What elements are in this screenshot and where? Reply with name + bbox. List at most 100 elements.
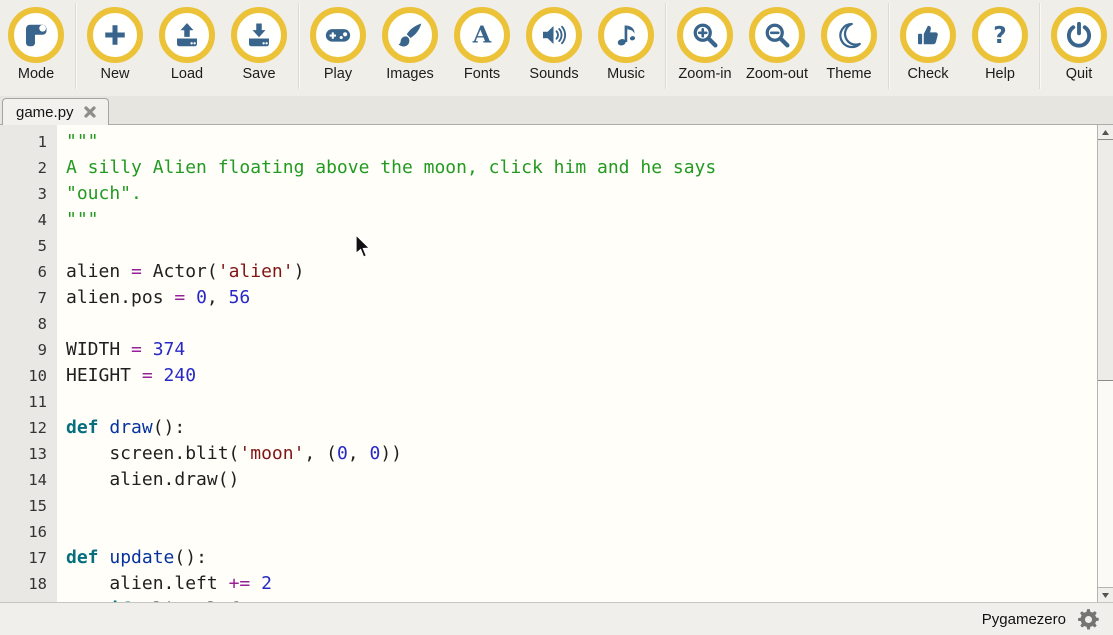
line-number: 11 bbox=[0, 389, 57, 415]
magnifier-minus-icon-ring bbox=[749, 7, 805, 63]
scrollbar-thumb[interactable] bbox=[1098, 139, 1113, 381]
toolbar-separator bbox=[75, 3, 76, 89]
toolbar-button-zoom-in[interactable]: Zoom-in bbox=[669, 0, 741, 82]
code-text: def draw(): bbox=[57, 415, 185, 441]
code-text: "ouch". bbox=[57, 181, 142, 207]
code-text: """ bbox=[57, 129, 99, 155]
line-number: 17 bbox=[0, 545, 57, 571]
tab-label: game.py bbox=[16, 104, 74, 121]
line-number: 19 bbox=[0, 597, 57, 602]
code-line: 4""" bbox=[0, 207, 1096, 233]
magnifier-plus-icon bbox=[690, 20, 720, 50]
toolbar-separator bbox=[888, 3, 889, 89]
save-icon bbox=[244, 20, 274, 50]
scroll-down-button[interactable] bbox=[1098, 587, 1113, 602]
toolbar-button-label: Fonts bbox=[464, 66, 500, 82]
line-number: 7 bbox=[0, 285, 57, 311]
line-number: 14 bbox=[0, 467, 57, 493]
speaker-icon bbox=[539, 20, 569, 50]
gear-icon[interactable] bbox=[1076, 607, 1101, 632]
code-line: 5 bbox=[0, 233, 1096, 259]
line-number: 6 bbox=[0, 259, 57, 285]
toolbar-button-theme[interactable]: Theme bbox=[813, 0, 885, 82]
line-number: 4 bbox=[0, 207, 57, 233]
toolbar-button-zoom-out[interactable]: Zoom-out bbox=[741, 0, 813, 82]
toolbar-button-label: Play bbox=[324, 66, 352, 82]
toolbar-button-label: Theme bbox=[826, 66, 871, 82]
tab-bar: game.py bbox=[0, 96, 1113, 125]
toolbar-button-check[interactable]: Check bbox=[892, 0, 964, 82]
code-text: screen.blit('moon', (0, 0)) bbox=[57, 441, 402, 467]
toolbar-button-fonts[interactable]: AFonts bbox=[446, 0, 518, 82]
code-text: alien = Actor('alien') bbox=[57, 259, 304, 285]
question-icon-ring: ? bbox=[972, 7, 1028, 63]
code-line: 3"ouch". bbox=[0, 181, 1096, 207]
magnifier-minus-icon bbox=[762, 20, 792, 50]
line-number: 5 bbox=[0, 233, 57, 259]
svg-text:?: ? bbox=[993, 23, 1006, 49]
code-text bbox=[57, 311, 66, 337]
gamepad-icon-ring bbox=[310, 7, 366, 63]
scroll-up-button[interactable] bbox=[1098, 125, 1113, 140]
toolbar-button-play[interactable]: Play bbox=[302, 0, 374, 82]
moon-icon bbox=[834, 20, 864, 50]
code-line: 1""" bbox=[0, 129, 1096, 155]
mode-icon-ring bbox=[8, 7, 64, 63]
code-line: 16 bbox=[0, 519, 1096, 545]
toolbar-button-images[interactable]: Images bbox=[374, 0, 446, 82]
toolbar-button-sounds[interactable]: Sounds bbox=[518, 0, 590, 82]
line-number: 10 bbox=[0, 363, 57, 389]
toolbar-button-save[interactable]: Save bbox=[223, 0, 295, 82]
toolbar-button-label: New bbox=[100, 66, 129, 82]
toolbar-button-label: Music bbox=[607, 66, 645, 82]
code-line: 18 alien.left += 2 bbox=[0, 571, 1096, 597]
save-icon-ring bbox=[231, 7, 287, 63]
toolbar-button-help[interactable]: ? Help bbox=[964, 0, 1036, 82]
toolbar-button-label: Check bbox=[907, 66, 948, 82]
line-number: 18 bbox=[0, 571, 57, 597]
toolbar-button-label: Help bbox=[985, 66, 1015, 82]
toolbar-button-label: Mode bbox=[18, 66, 54, 82]
mode-icon bbox=[21, 20, 51, 50]
code-text: alien.pos = 0, 56 bbox=[57, 285, 250, 311]
code-text: A silly Alien floating above the moon, c… bbox=[57, 155, 716, 181]
power-icon-ring bbox=[1051, 7, 1107, 63]
code-text bbox=[57, 389, 66, 415]
toolbar-button-new[interactable]: New bbox=[79, 0, 151, 82]
toolbar-button-quit[interactable]: Quit bbox=[1043, 0, 1113, 82]
thumbs-up-icon bbox=[913, 20, 943, 50]
toolbar-button-label: Sounds bbox=[529, 66, 578, 82]
new-icon bbox=[100, 20, 130, 50]
line-number: 12 bbox=[0, 415, 57, 441]
toolbar-button-load[interactable]: Load bbox=[151, 0, 223, 82]
new-icon-ring bbox=[87, 7, 143, 63]
toolbar-button-label: Save bbox=[242, 66, 275, 82]
line-number: 1 bbox=[0, 129, 57, 155]
tab-game-py[interactable]: game.py bbox=[2, 98, 109, 125]
code-text: alien.draw() bbox=[57, 467, 239, 493]
code-line: 9WIDTH = 374 bbox=[0, 337, 1096, 363]
code-editor[interactable]: 1"""2A silly Alien floating above the mo… bbox=[0, 125, 1113, 602]
code-lines: 1"""2A silly Alien floating above the mo… bbox=[0, 129, 1096, 602]
code-text: alien.left += 2 bbox=[57, 571, 272, 597]
toolbar-separator bbox=[1039, 3, 1040, 89]
music-note-icon-ring bbox=[598, 7, 654, 63]
code-line: 15 bbox=[0, 493, 1096, 519]
toolbar-button-label: Quit bbox=[1066, 66, 1093, 82]
toolbar: Mode New Load Save Play ImagesAFonts Sounds Mus… bbox=[0, 0, 1113, 96]
code-text: WIDTH = 374 bbox=[57, 337, 185, 363]
code-line: 13 screen.blit('moon', (0, 0)) bbox=[0, 441, 1096, 467]
moon-icon-ring bbox=[821, 7, 877, 63]
code-line: 6alien = Actor('alien') bbox=[0, 259, 1096, 285]
toolbar-button-mode[interactable]: Mode bbox=[0, 0, 72, 82]
toolbar-button-music[interactable]: Music bbox=[590, 0, 662, 82]
speaker-icon-ring bbox=[526, 7, 582, 63]
line-number: 15 bbox=[0, 493, 57, 519]
code-line: 2A silly Alien floating above the moon, … bbox=[0, 155, 1096, 181]
code-line: 10HEIGHT = 240 bbox=[0, 363, 1096, 389]
vertical-scrollbar[interactable] bbox=[1097, 125, 1113, 602]
line-number: 2 bbox=[0, 155, 57, 181]
close-icon[interactable] bbox=[83, 105, 97, 119]
power-icon bbox=[1064, 20, 1094, 50]
code-text: def update(): bbox=[57, 545, 207, 571]
